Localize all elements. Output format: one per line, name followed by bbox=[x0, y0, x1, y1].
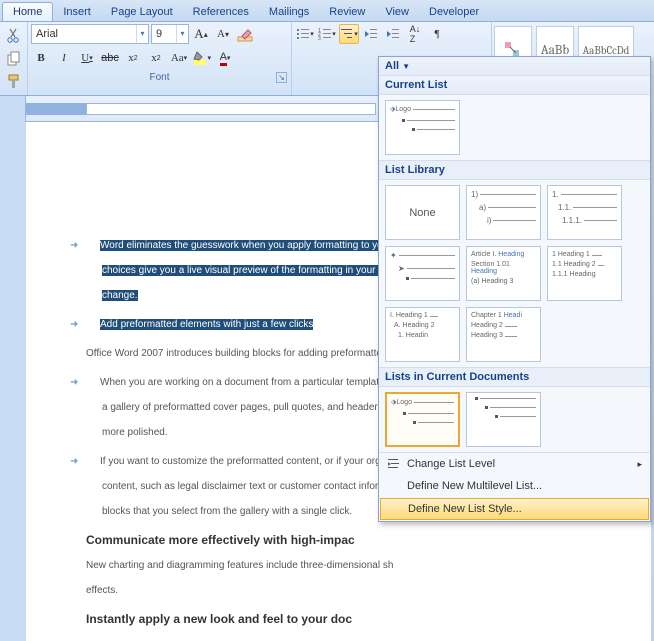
list-tile-none[interactable]: None bbox=[385, 185, 460, 240]
bullet-arrow-icon: ➜ bbox=[86, 373, 100, 392]
grow-font-icon[interactable]: A▴ bbox=[191, 24, 211, 44]
list-tile-indoc-1[interactable]: ⬗Logo bbox=[385, 392, 460, 447]
shrink-font-icon[interactable]: A▾ bbox=[213, 24, 233, 44]
tab-mailings[interactable]: Mailings bbox=[259, 3, 319, 21]
font-group-dialog-icon[interactable]: ↘ bbox=[276, 72, 287, 83]
dropdown-section-library: List Library bbox=[379, 160, 650, 180]
underline-icon[interactable]: U▾ bbox=[77, 48, 97, 68]
font-size-combo[interactable]: 9▾ bbox=[151, 24, 189, 44]
svg-text:3: 3 bbox=[318, 36, 321, 41]
tab-insert[interactable]: Insert bbox=[53, 3, 101, 21]
bullet-arrow-icon: ➜ bbox=[86, 315, 100, 334]
bold-icon[interactable]: B bbox=[31, 48, 51, 68]
decrease-indent-icon[interactable] bbox=[361, 24, 381, 44]
bullet-arrow-icon: ➜ bbox=[86, 236, 100, 255]
font-name-combo[interactable]: Arial▾ bbox=[31, 24, 149, 44]
list-tile-indoc-2[interactable] bbox=[466, 392, 541, 447]
indent-icon bbox=[387, 457, 401, 471]
list-tile-article[interactable]: Article I. Heading Section 1.01 Heading … bbox=[466, 246, 541, 301]
bullet-arrow-icon: ➜ bbox=[86, 452, 100, 471]
cut-icon[interactable] bbox=[6, 28, 22, 47]
dropdown-section-current: Current List bbox=[379, 76, 650, 95]
heading-2: Instantly apply a new look and feel to y… bbox=[86, 608, 624, 631]
font-group-label: Font↘ bbox=[28, 70, 291, 86]
menu-change-list-level[interactable]: Change List Level▸ bbox=[379, 453, 650, 475]
list-tile-current-logo[interactable]: ⬗Logo bbox=[385, 100, 460, 155]
increase-indent-icon[interactable] bbox=[383, 24, 403, 44]
subscript-icon[interactable]: x2 bbox=[123, 48, 143, 68]
dropdown-section-indocs: Lists in Current Documents bbox=[379, 367, 650, 387]
tab-developer[interactable]: Developer bbox=[419, 3, 489, 21]
change-case-icon[interactable]: Aa▾ bbox=[169, 48, 189, 68]
superscript-icon[interactable]: x2 bbox=[146, 48, 166, 68]
tab-page-layout[interactable]: Page Layout bbox=[101, 3, 183, 21]
list-tile-chapter[interactable]: Chapter 1 Headi Heading 2 Heading 3 bbox=[466, 307, 541, 362]
list-tile-1-11-111[interactable]: 1. 1.1. 1.1.1. bbox=[547, 185, 622, 240]
tab-review[interactable]: Review bbox=[319, 3, 375, 21]
list-tile-bullets[interactable]: ✦ ➤ bbox=[385, 246, 460, 301]
dropdown-filter-all[interactable]: All▼ bbox=[379, 57, 650, 76]
bullets-icon[interactable]: ▾ bbox=[295, 24, 315, 44]
strikethrough-icon[interactable]: abc bbox=[100, 48, 120, 68]
italic-icon[interactable]: I bbox=[54, 48, 74, 68]
multilevel-list-dropdown: All▼ Current List ⬗Logo List Library Non… bbox=[378, 56, 651, 522]
outline-gutter bbox=[0, 122, 26, 641]
copy-icon[interactable] bbox=[6, 51, 22, 70]
clear-formatting-icon[interactable] bbox=[235, 24, 255, 44]
sort-icon[interactable]: A↓Z bbox=[405, 24, 425, 44]
numbering-icon[interactable]: 123▾ bbox=[317, 24, 337, 44]
ribbon-tabs: Home Insert Page Layout References Maili… bbox=[0, 0, 654, 22]
clipboard-group bbox=[0, 22, 28, 95]
font-group: Arial▾ 9▾ A▴ A▾ B I U▾ abc x2 x2 Aa▾ ▾ A… bbox=[28, 22, 292, 95]
highlight-icon[interactable]: ▾ bbox=[192, 48, 212, 68]
show-marks-icon[interactable]: ¶ bbox=[427, 24, 447, 44]
tab-view[interactable]: View bbox=[375, 3, 419, 21]
list-tile-1a-i[interactable]: 1) a) i) bbox=[466, 185, 541, 240]
list-tile-Iheading[interactable]: I. Heading 1 A. Heading 2 1. Headin bbox=[385, 307, 460, 362]
tab-references[interactable]: References bbox=[183, 3, 259, 21]
tab-home[interactable]: Home bbox=[2, 2, 53, 21]
menu-define-list-style[interactable]: Define New List Style... bbox=[380, 498, 649, 520]
multilevel-list-icon[interactable]: ▾ bbox=[339, 24, 359, 44]
format-painter-icon[interactable] bbox=[6, 74, 22, 93]
font-color-icon[interactable]: A▾ bbox=[215, 48, 235, 68]
list-tile-1heading[interactable]: 1 Heading 1 1.1 Heading 2 1.1.1 Heading bbox=[547, 246, 622, 301]
menu-define-multilevel[interactable]: Define New Multilevel List... bbox=[379, 475, 650, 497]
heading-1: Communicate more effectively with high-i… bbox=[86, 529, 624, 552]
